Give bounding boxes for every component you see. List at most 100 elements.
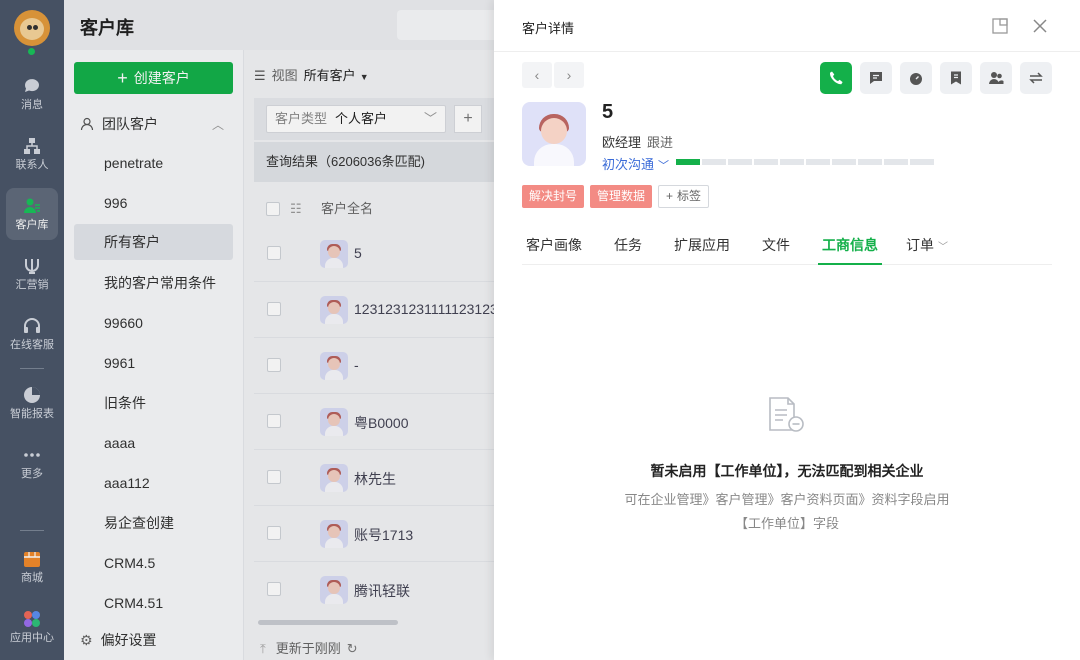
rail-label: 客户库 [15, 219, 49, 231]
row-checkbox[interactable] [267, 358, 281, 372]
owner-row: 欧经理 跟进 [602, 132, 673, 151]
add-filter-button[interactable]: + [454, 105, 482, 133]
rail-item-reports[interactable]: 智能报表 [6, 377, 58, 429]
tab-orders[interactable]: 订单 ﹀ [906, 235, 948, 265]
select-all-checkbox[interactable] [266, 202, 280, 216]
customer-view-sidebar: + 创建客户 团队客户 ︿ penetrate 996 所有客户 我的客户常用条件… [64, 50, 244, 660]
sidebar-item[interactable]: 9961 [74, 345, 233, 381]
tab-tasks[interactable]: 任务 [614, 235, 642, 265]
table-row[interactable]: 林先生 [254, 450, 504, 506]
prev-customer-button[interactable]: ‹ [522, 62, 552, 88]
popout-icon[interactable] [991, 17, 1009, 35]
customer-name[interactable]: 5 [354, 245, 362, 261]
row-checkbox[interactable] [267, 582, 281, 596]
rail-item-more[interactable]: 更多 [6, 437, 58, 489]
tab-files[interactable]: 文件 [762, 235, 790, 265]
tab-business-info[interactable]: 工商信息 [818, 235, 882, 265]
rail-item-store[interactable]: 商城 [6, 541, 58, 593]
tab-extensions[interactable]: 扩展应用 [674, 235, 730, 265]
more-icon [24, 453, 40, 457]
notes-button[interactable] [940, 62, 972, 94]
empty-state-title: 暂未启用【工作单位】，无法匹配到相关企业 [650, 463, 924, 479]
sidebar-item[interactable]: 易企查创建 [74, 505, 233, 541]
call-button[interactable] [820, 62, 852, 94]
tab-profile[interactable]: 客户画像 [526, 235, 582, 265]
customer-name[interactable]: 腾讯轻联 [354, 581, 410, 601]
row-checkbox[interactable] [267, 414, 281, 428]
rail-divider [20, 530, 44, 531]
rail-item-marketing[interactable]: 汇营销 [6, 248, 58, 300]
sidebar-item[interactable]: penetrate [74, 145, 233, 181]
sidebar-item[interactable]: aaaa [74, 425, 233, 461]
next-customer-button[interactable]: › [554, 62, 584, 88]
rail-item-online-service[interactable]: 在线客服 [6, 308, 58, 360]
chevron-down-icon: ﹀ [658, 160, 670, 172]
refresh-icon[interactable]: ↻ [347, 641, 358, 656]
row-checkbox[interactable] [267, 526, 281, 540]
empty-desc-line: 【工作单位】字段 [734, 516, 839, 531]
rail-item-customers[interactable]: 客户库 [6, 188, 58, 240]
create-customer-label: 创建客户 [133, 70, 190, 86]
pie-chart-icon [24, 387, 40, 403]
table-row[interactable]: 腾讯轻联 [254, 562, 504, 618]
customer-name[interactable]: 123123123111112312312 [354, 301, 513, 317]
sidebar-item[interactable]: 我的客户常用条件 [74, 265, 233, 301]
sidebar-item-all-customers[interactable]: 所有客户 [74, 224, 233, 260]
sidebar-item[interactable]: CRM4.5 [74, 545, 233, 581]
table-row[interactable]: 123123123111112312312 [254, 282, 513, 338]
customer-name[interactable]: - [354, 357, 359, 373]
marketing-icon [25, 259, 39, 274]
rail-item-contacts[interactable]: 联系人 [6, 128, 58, 180]
sidebar-item[interactable]: 996 [74, 185, 233, 221]
rail-item-messages[interactable]: 消息 [6, 68, 58, 120]
progress-segment [832, 159, 856, 165]
chevron-up-icon[interactable]: ︿ [212, 116, 224, 133]
row-checkbox[interactable] [267, 302, 281, 316]
sidebar-item[interactable]: aaa112 [74, 465, 233, 501]
table-row[interactable]: 账号1713 [254, 506, 504, 562]
customer-avatar [522, 102, 586, 166]
rail-item-app-center[interactable]: 应用中心 [6, 601, 58, 653]
tag-badge[interactable]: 管理数据 [590, 185, 653, 208]
sidebar-item[interactable]: 旧条件 [74, 385, 233, 421]
drawer-title: 客户详情 [522, 21, 575, 36]
stage-dropdown[interactable]: 初次沟通 ﹀ [602, 154, 669, 173]
tag-badge[interactable]: 解决封号 [522, 185, 585, 208]
transfer-button[interactable] [1020, 62, 1052, 94]
customer-name[interactable]: 粤B0000 [354, 413, 408, 433]
contacts-button[interactable] [980, 62, 1012, 94]
filter-value: 个人客户 [335, 111, 388, 126]
empty-document-icon [769, 397, 804, 432]
customer-name[interactable]: 林先生 [354, 469, 396, 489]
customer-type-filter[interactable]: 客户类型 个人客户 ﹀ [266, 105, 446, 133]
table-row[interactable]: 粤B0000 [254, 394, 504, 450]
add-tag-button[interactable]: + 标签 [658, 185, 710, 208]
page-title: 客户库 [80, 18, 134, 38]
message-button[interactable] [860, 62, 892, 94]
table-row[interactable]: 5 [254, 226, 504, 282]
customer-list-panel: ☰ 视图 所有客户 ▼ 客户类型 个人客户 ﹀ + 查询结果（6206036条匹配) ☷ … [244, 50, 513, 660]
view-selector[interactable]: ☰ 视图 所有客户 ▼ [254, 65, 369, 84]
customer-name[interactable]: 账号1713 [354, 525, 413, 545]
avatar [320, 408, 348, 436]
empty-desc-line: 可在企业管理》客户管理》客户资料页面》资料字段启用 [624, 492, 950, 507]
user-avatar[interactable] [14, 10, 50, 46]
timer-button[interactable] [900, 62, 932, 94]
column-settings-icon[interactable]: ☷ [290, 192, 302, 226]
nav-rail: 消息 联系人 客户库 汇营销 在线客服 智能报表 更多 商城 应用中心 [0, 0, 64, 660]
sidebar-item[interactable]: 99660 [74, 305, 233, 341]
rail-label: 联系人 [15, 159, 49, 171]
create-customer-button[interactable]: + 创建客户 [74, 62, 233, 94]
table-row[interactable]: - [254, 338, 504, 394]
close-icon[interactable] [1031, 17, 1049, 35]
preferences-link[interactable]: ⚙ 偏好设置 [80, 630, 157, 650]
arrow-up-icon[interactable]: ⤒ [260, 641, 266, 656]
message-icon [870, 72, 882, 84]
row-checkbox[interactable] [267, 246, 281, 260]
horizontal-scrollbar[interactable] [258, 620, 398, 625]
sidebar-item[interactable]: CRM4.51 [74, 585, 233, 621]
plus-icon: + [117, 68, 128, 88]
avatar [320, 520, 348, 548]
row-checkbox[interactable] [267, 470, 281, 484]
team-customers-group[interactable]: 团队客户 ︿ [80, 114, 224, 134]
